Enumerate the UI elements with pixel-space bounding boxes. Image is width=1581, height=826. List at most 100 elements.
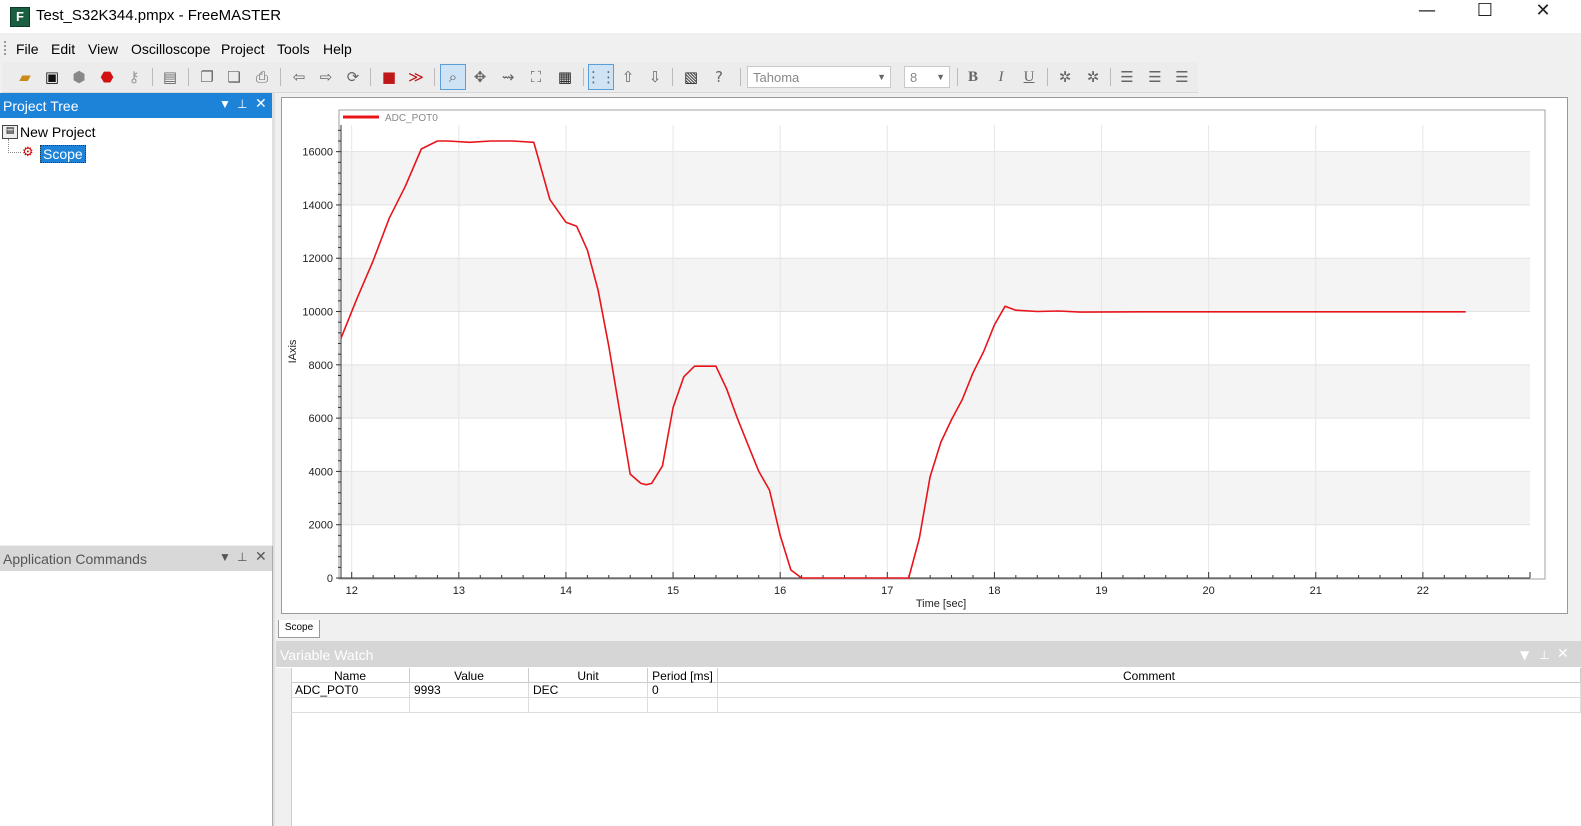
x-axis-label: Time [sec] [916,598,966,610]
font-name-value: Tahoma [753,70,800,85]
watch-cell-value[interactable] [410,698,529,713]
grid-band [341,364,1530,419]
go-icon[interactable]: ⬢ [69,67,89,87]
menu-file[interactable]: File [16,41,39,57]
font-color-icon[interactable]: ✲ [1055,67,1075,87]
pane-menu-icon[interactable]: ▼ [219,550,231,564]
menu-edit[interactable]: Edit [51,41,75,57]
tree-item-new-project[interactable]: New Project [20,124,95,140]
project-icon: ▤ [2,125,18,139]
x-tick-label: 22 [1417,585,1429,597]
menu-view[interactable]: View [88,41,118,57]
legend-label: ADC_POT0 [385,113,438,124]
y-tick-label: 8000 [309,360,333,372]
variable-watch-title: Variable Watch [280,647,374,663]
watch-cell-name[interactable] [291,698,410,713]
scope-chart[interactable]: 0 2000 4000 6000 8000 10000 12000 14000 16000 12 1… [282,98,1567,613]
watch-cell-period[interactable] [648,698,718,713]
refresh-icon[interactable]: ⟳ [343,67,363,87]
toolbar-separator [1047,68,1048,86]
toolbar-separator [434,68,435,86]
paste-icon[interactable]: ❏ [224,67,244,87]
application-commands-header: Application Commands ▼ ⊥ ✕ [0,546,272,571]
toolbar-separator [957,68,958,86]
print-icon[interactable]: ⎙ [252,67,272,87]
zoom-arrow-icon[interactable]: ⇝ [498,67,518,87]
x-tick-label: 12 [346,585,358,597]
forward-icon[interactable]: ⇨ [316,67,336,87]
toolbar-separator [672,68,673,86]
y-tick-label: 0 [327,573,333,585]
italic-icon[interactable]: I [991,67,1011,87]
variable-watch-header: Variable Watch ▼ ⊥ ✕ [276,641,1581,667]
menu-tools[interactable]: Tools [277,41,310,57]
y-tick-label: 6000 [309,413,333,425]
watch-cell-period[interactable]: 0 [648,683,718,698]
column-header-name[interactable]: Name [291,668,410,683]
copy-icon[interactable]: ❐ [197,67,217,87]
zoom-fit-icon[interactable]: ⛶ [526,67,546,87]
grid-icon[interactable]: ⋮⋮ [586,64,616,90]
font-size-select[interactable]: 8 ▼ [904,66,950,88]
close-window-button[interactable]: ✕ [1520,0,1566,32]
save-data-icon[interactable]: ▦ [555,67,575,87]
column-header-value[interactable]: Value [410,668,529,683]
maximize-button[interactable]: ☐ [1462,0,1508,32]
key-icon[interactable]: ⚷ [124,67,144,87]
arrow-up-icon[interactable]: ⇧ [618,67,638,87]
zoom-in-icon[interactable]: ⌕ [440,64,466,90]
scope-run-icon[interactable]: ≫ [406,67,426,87]
help-icon[interactable]: ? [709,67,729,87]
open-folder-icon[interactable]: ▰ [15,67,35,87]
watch-cell-comment[interactable] [718,683,1581,698]
watch-cell-comment[interactable] [718,698,1581,713]
tree-item-scope[interactable]: Scope [40,145,86,163]
menu-help[interactable]: Help [323,41,352,57]
bold-icon[interactable]: B [963,67,983,87]
stop-recorder-icon[interactable]: ■ [379,67,399,87]
zoom-out-icon[interactable]: ✥ [470,67,490,87]
pin-icon[interactable]: ⊥ [1539,648,1549,662]
menu-project[interactable]: Project [221,41,265,57]
column-header-unit[interactable]: Unit [529,668,648,683]
align-left-icon[interactable]: ☰ [1117,67,1137,87]
minimize-button[interactable]: — [1404,0,1450,32]
menu-oscilloscope[interactable]: Oscilloscope [131,41,210,57]
toolbar-separator [583,68,584,86]
stop-icon[interactable]: ⬣ [97,67,117,87]
back-color-icon[interactable]: ✲ [1083,67,1103,87]
x-tick-label: 17 [881,585,893,597]
back-icon[interactable]: ⇦ [289,67,309,87]
column-header-comment[interactable]: Comment [718,668,1581,683]
x-tick-label: 19 [1095,585,1107,597]
x-tick-label: 20 [1203,585,1215,597]
close-pane-icon[interactable]: ✕ [1557,646,1569,662]
underline-icon[interactable]: U [1019,67,1039,87]
x-tick-label: 15 [667,585,679,597]
column-header-period[interactable]: Period [ms] [648,668,718,683]
freemaster-app-icon: F [10,7,30,27]
properties-icon[interactable]: ▧ [681,67,701,87]
tab-scope[interactable]: Scope [278,620,320,638]
pin-icon[interactable]: ⊥ [237,550,247,564]
project-tree-pane: Project Tree ▼ ⊥ ✕ ▤ New Project ⚙ Scope [0,93,272,545]
toolbar-separator [370,68,371,86]
pane-menu-icon[interactable]: ▼ [219,97,231,111]
watch-cell-name[interactable]: ADC_POT0 [291,683,410,698]
toolbar-separator [740,68,741,86]
close-pane-icon[interactable]: ✕ [255,95,267,112]
toolbar-separator [188,68,189,86]
align-center-icon[interactable]: ☰ [1145,67,1165,87]
layout-icon[interactable]: ▤ [160,67,180,87]
align-right-icon[interactable]: ☰ [1172,67,1192,87]
pane-menu-icon[interactable]: ▼ [1520,648,1529,662]
watch-cell-unit[interactable] [529,698,648,713]
toolbar-separator [152,68,153,86]
arrow-down-icon[interactable]: ⇩ [645,67,665,87]
close-pane-icon[interactable]: ✕ [255,548,267,565]
save-icon[interactable]: ▣ [42,67,62,87]
font-name-select[interactable]: Tahoma ▼ [747,66,891,88]
watch-cell-value[interactable]: 9993 [410,683,529,698]
pin-icon[interactable]: ⊥ [237,97,247,111]
watch-cell-unit[interactable]: DEC [529,683,648,698]
